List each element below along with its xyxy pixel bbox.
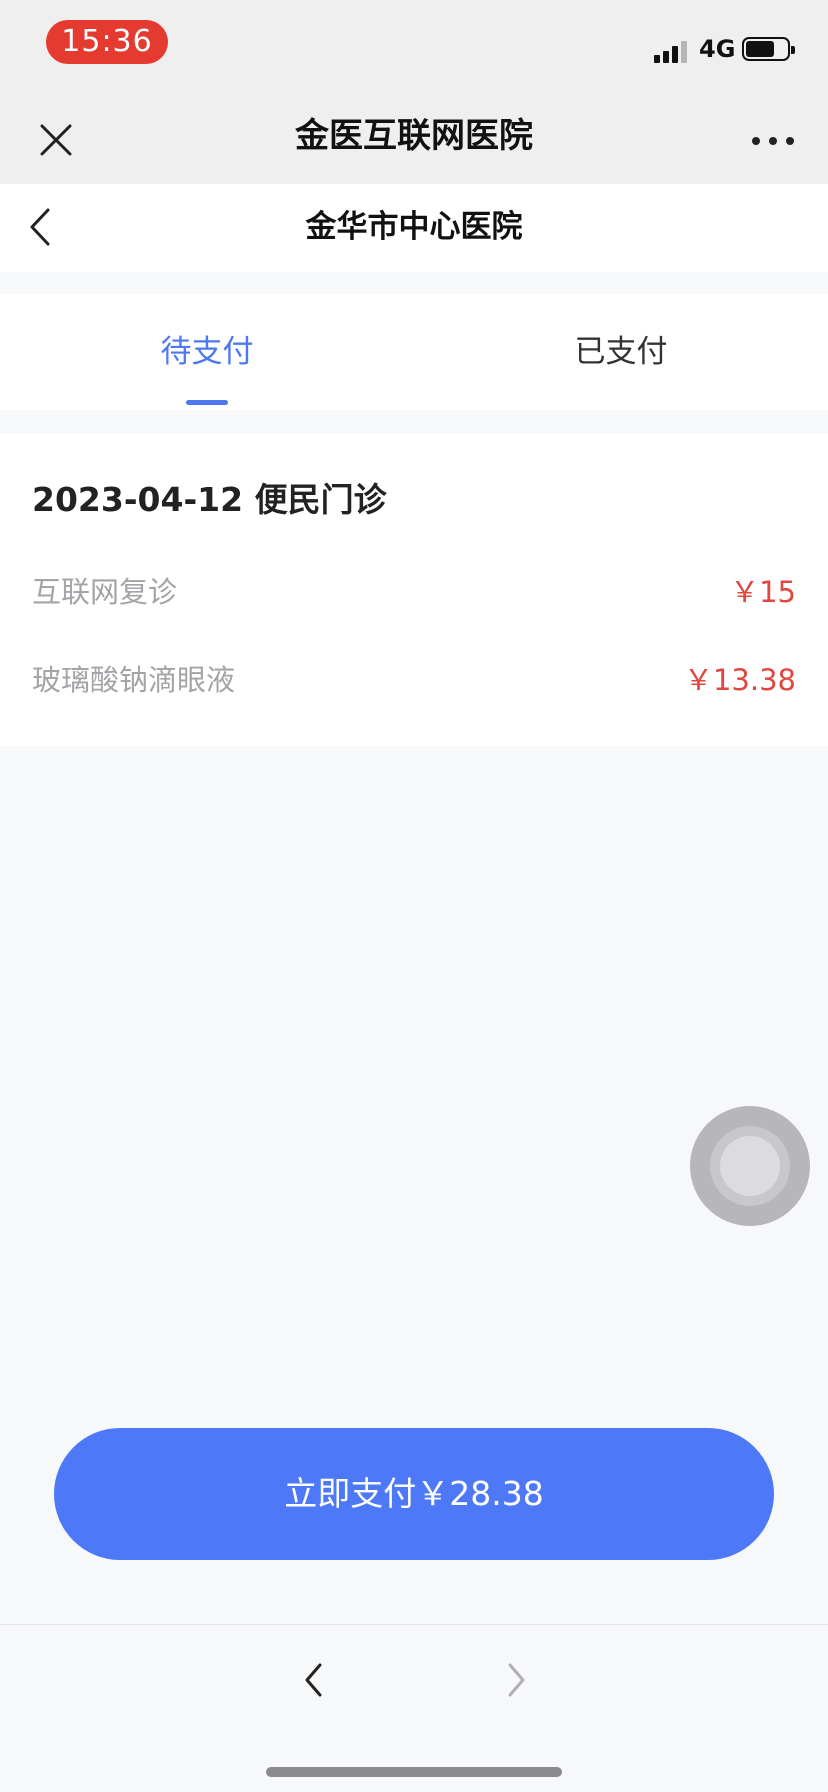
- tab-paid[interactable]: 已支付: [414, 294, 828, 410]
- payment-tabs: 待支付 已支付: [0, 294, 828, 410]
- order-item-price: ￥15: [730, 575, 796, 609]
- page-title: 金华市中心医院: [305, 209, 523, 245]
- browser-forward-button[interactable]: [500, 1657, 532, 1703]
- order-item-name: 玻璃酸钠滴眼液: [32, 663, 236, 697]
- browser-back-button[interactable]: [298, 1657, 330, 1703]
- network-type: 4G: [699, 35, 736, 63]
- battery-icon: [742, 37, 795, 61]
- chevron-right-icon: [508, 1663, 525, 1697]
- order-item-price: ￥13.38: [683, 663, 796, 697]
- app-title: 金医互联网医院: [295, 116, 533, 156]
- order-card[interactable]: 2023-04-12 便民门诊 互联网复诊 ￥15 玻璃酸钠滴眼液 ￥13.38: [0, 434, 828, 746]
- app-title-bar: 金医互联网医院: [0, 86, 828, 184]
- order-item-name: 互联网复诊: [32, 575, 178, 609]
- active-tab-indicator: [186, 400, 228, 405]
- page: 15:36 4G 金医互联网医院 金华市中心医院 待支付 已支付 2023-04…: [0, 0, 828, 1792]
- browser-nav-bar: [0, 1624, 828, 1792]
- pay-now-button[interactable]: 立即支付￥28.38: [54, 1428, 774, 1560]
- order-title: 2023-04-12 便民门诊: [32, 480, 387, 519]
- page-header: 金华市中心医院: [0, 184, 828, 272]
- chevron-left-icon: [305, 1663, 322, 1697]
- status-bar: 15:36 4G: [0, 0, 828, 86]
- tab-pending-payment[interactable]: 待支付: [0, 294, 414, 410]
- status-time: 15:36: [46, 20, 168, 64]
- more-button[interactable]: [748, 134, 798, 148]
- assistive-touch-button[interactable]: [690, 1106, 810, 1226]
- signal-icon: [654, 37, 690, 63]
- order-item-row: 互联网复诊 ￥15: [32, 570, 796, 614]
- assistive-touch-icon: [720, 1136, 780, 1196]
- home-indicator[interactable]: [266, 1767, 562, 1777]
- order-item-row: 玻璃酸钠滴眼液 ￥13.38: [32, 658, 796, 702]
